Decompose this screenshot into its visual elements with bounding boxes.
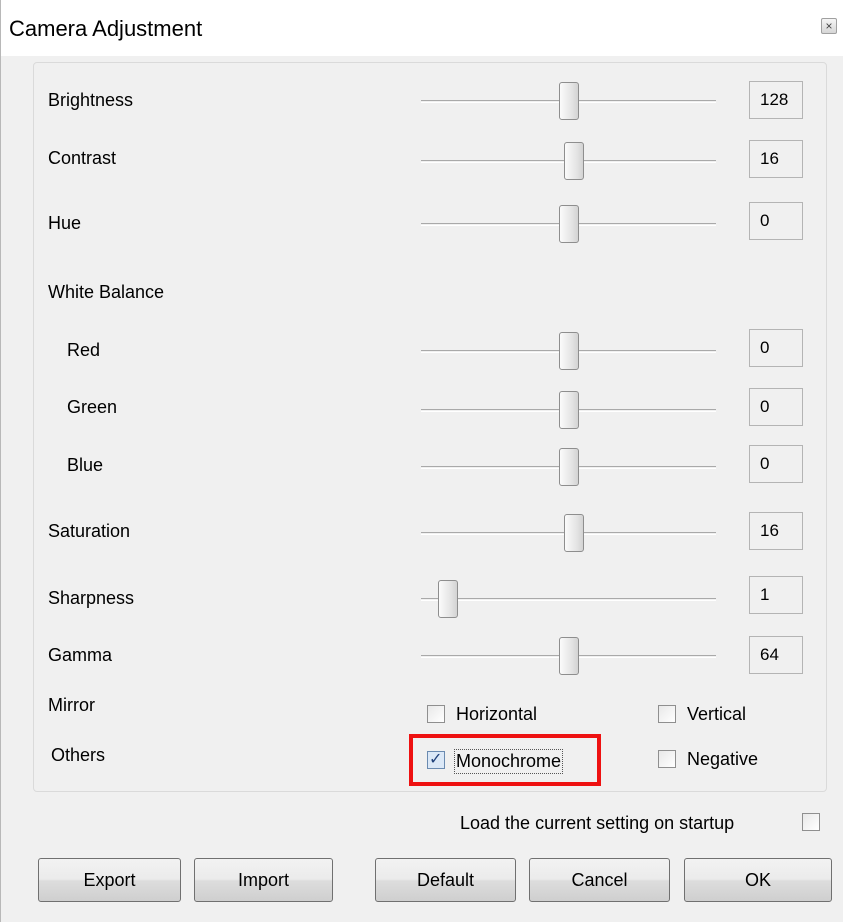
mirror-label: Mirror — [48, 695, 95, 715]
sharpness-label: Sharpness — [48, 588, 135, 608]
gamma-label: Gamma — [48, 645, 113, 665]
import-button[interactable]: Import — [194, 858, 333, 902]
contrast-label: Contrast — [48, 148, 117, 168]
blue-slider-thumb[interactable] — [558, 448, 579, 486]
default-button[interactable]: Default — [375, 858, 516, 902]
contrast-value[interactable]: 16 — [749, 140, 803, 178]
saturation-label: Saturation — [48, 521, 131, 541]
saturation-slider-thumb[interactable] — [564, 514, 585, 552]
settings-panel — [33, 62, 827, 792]
brightness-value[interactable]: 128 — [749, 81, 803, 119]
hue-label: Hue — [48, 213, 82, 233]
green-label: Green — [67, 397, 118, 417]
close-icon[interactable]: × — [821, 18, 837, 34]
hue-slider-thumb[interactable] — [558, 205, 579, 243]
title-bar: Camera Adjustment × — [1, 0, 843, 56]
red-slider-thumb[interactable] — [558, 332, 579, 370]
others-label: Others — [51, 745, 106, 765]
blue-label: Blue — [67, 455, 104, 475]
sharpness-slider-track[interactable] — [421, 598, 716, 601]
saturation-value[interactable]: 16 — [749, 512, 803, 550]
horizontal-label[interactable]: Horizontal — [456, 704, 537, 725]
negative-checkbox[interactable] — [658, 750, 676, 768]
camera-adjustment-dialog: Camera Adjustment × Brightness 128 Contr… — [0, 0, 843, 922]
vertical-checkbox[interactable] — [658, 705, 676, 723]
hue-value[interactable]: 0 — [749, 202, 803, 240]
vertical-label[interactable]: Vertical — [687, 704, 746, 725]
sharpness-value[interactable]: 1 — [749, 576, 803, 614]
startup-checkbox[interactable] — [802, 813, 820, 831]
cancel-button[interactable]: Cancel — [529, 858, 670, 902]
window-title: Camera Adjustment — [9, 16, 203, 41]
contrast-slider-thumb[interactable] — [564, 142, 585, 180]
highlight-box — [409, 734, 601, 786]
blue-value[interactable]: 0 — [749, 445, 803, 483]
gamma-slider-thumb[interactable] — [558, 637, 579, 675]
gamma-value[interactable]: 64 — [749, 636, 803, 674]
horizontal-checkbox[interactable] — [427, 705, 445, 723]
green-value[interactable]: 0 — [749, 388, 803, 426]
export-button[interactable]: Export — [38, 858, 181, 902]
brightness-label: Brightness — [48, 90, 134, 110]
red-label: Red — [67, 340, 101, 360]
negative-label[interactable]: Negative — [687, 749, 758, 770]
green-slider-thumb[interactable] — [558, 391, 579, 429]
brightness-slider-thumb[interactable] — [558, 82, 579, 120]
white-balance-label: White Balance — [48, 282, 165, 302]
startup-label[interactable]: Load the current setting on startup — [460, 813, 734, 834]
red-value[interactable]: 0 — [749, 329, 803, 367]
sharpness-slider-thumb[interactable] — [437, 580, 458, 618]
ok-button[interactable]: OK — [684, 858, 832, 902]
